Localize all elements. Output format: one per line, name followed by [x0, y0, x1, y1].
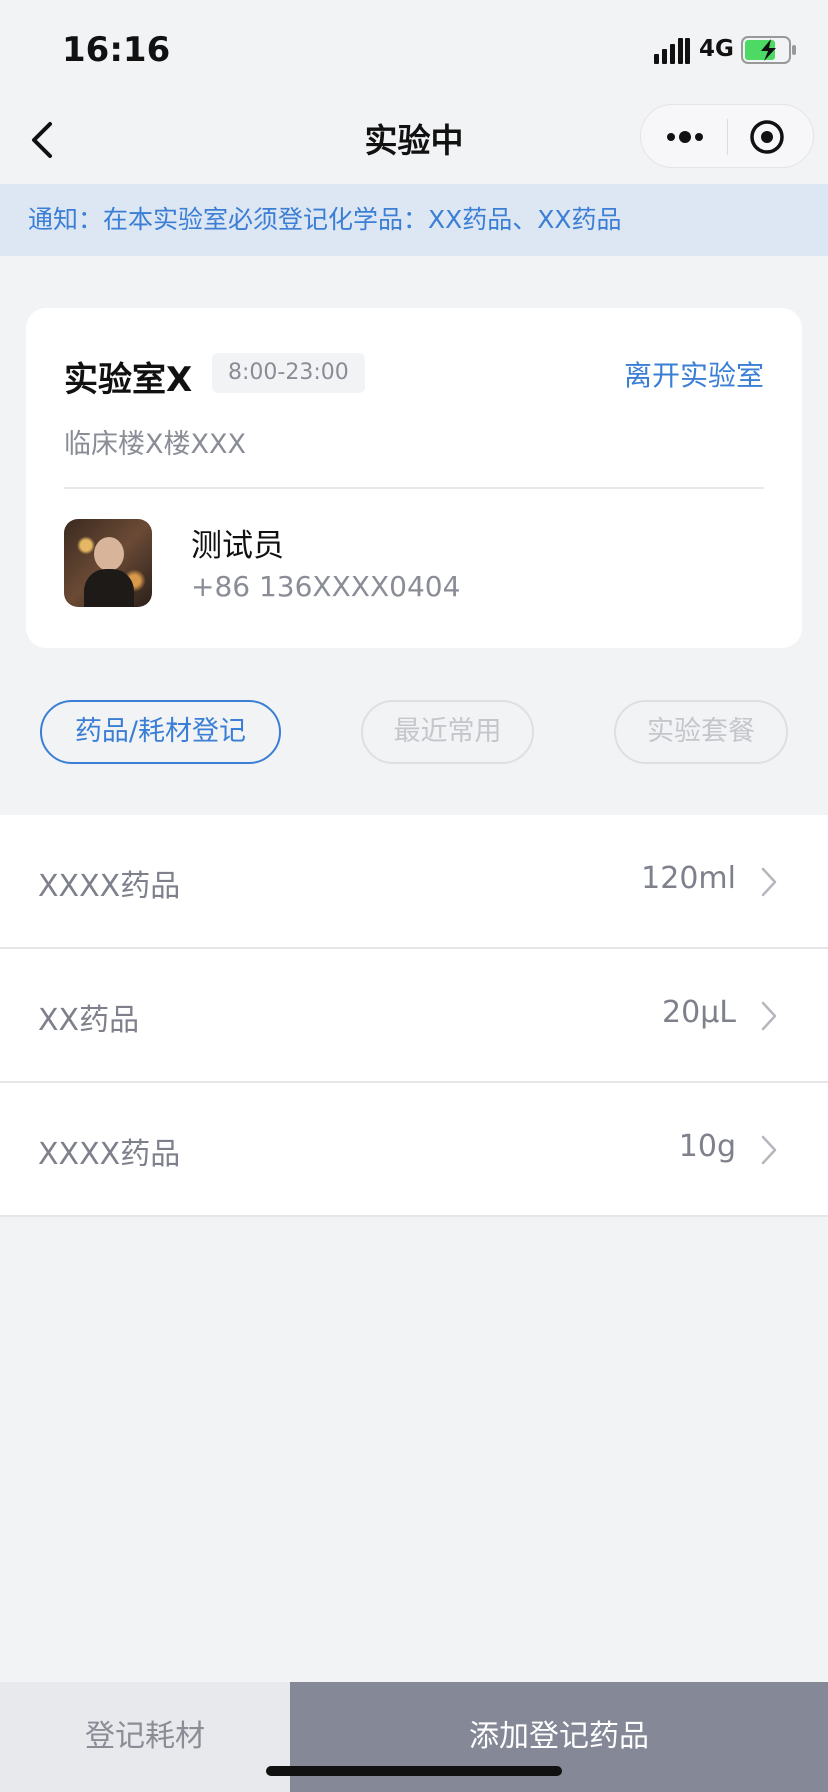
tab-experiment-package[interactable]: 实验套餐 [614, 700, 788, 764]
status-time: 16:16 [62, 30, 171, 70]
lab-name: 实验室X [64, 360, 193, 400]
lab-hours-badge: 8:00-23:00 [212, 353, 365, 393]
drug-amount: 20μL [662, 995, 736, 1030]
lab-location: 临床楼X楼XXX [64, 429, 246, 460]
drug-amount: 10g [678, 1129, 736, 1164]
signal-icon [654, 38, 690, 64]
drug-name: XXXX药品 [38, 1137, 181, 1172]
list-item[interactable]: XXXX药品 120ml [0, 815, 828, 949]
avatar-face [94, 537, 124, 571]
chevron-right-icon [761, 1135, 777, 1165]
network-label: 4G [699, 36, 734, 62]
tab-drug-registration[interactable]: 药品/耗材登记 [40, 700, 281, 764]
user-name: 测试员 [191, 528, 284, 564]
drug-name: XXXX药品 [38, 869, 181, 904]
nav-bar: 实验中 [0, 96, 828, 184]
status-bar: 16:16 4G [0, 0, 828, 96]
home-indicator [266, 1766, 562, 1776]
avatar-body [84, 569, 134, 607]
avatar [64, 519, 152, 607]
register-consumables-button[interactable]: 登记耗材 [0, 1682, 290, 1792]
mini-program-capsule [640, 104, 814, 168]
notice-banner: 通知：在本实验室必须登记化学品：XX药品、XX药品 [0, 184, 828, 256]
battery-charging-icon [741, 36, 796, 64]
drug-amount: 120ml [641, 861, 736, 896]
leave-lab-link[interactable]: 离开实验室 [624, 354, 764, 394]
list-item[interactable]: XXXX药品 10g [0, 1083, 828, 1217]
app-screen: 16:16 4G 实验中 通知：在本实验室必须登记化学品：XX药品、XX药品 实… [0, 0, 828, 1792]
target-icon[interactable] [749, 119, 785, 155]
chevron-right-icon [761, 867, 777, 897]
capsule-divider [727, 119, 728, 155]
card-divider [64, 487, 764, 489]
drug-list: XXXX药品 120ml XX药品 20μL XXXX药品 10g [0, 815, 828, 1217]
lab-card: 实验室X 8:00-23:00 离开实验室 临床楼X楼XXX 测试员 +86 1… [26, 308, 802, 648]
drug-name: XX药品 [38, 1003, 140, 1038]
chevron-right-icon [761, 1001, 777, 1031]
tab-recent[interactable]: 最近常用 [361, 700, 534, 764]
list-item[interactable]: XX药品 20μL [0, 949, 828, 1083]
user-phone: +86 136XXXX0404 [191, 570, 461, 603]
more-icon[interactable] [665, 121, 705, 153]
